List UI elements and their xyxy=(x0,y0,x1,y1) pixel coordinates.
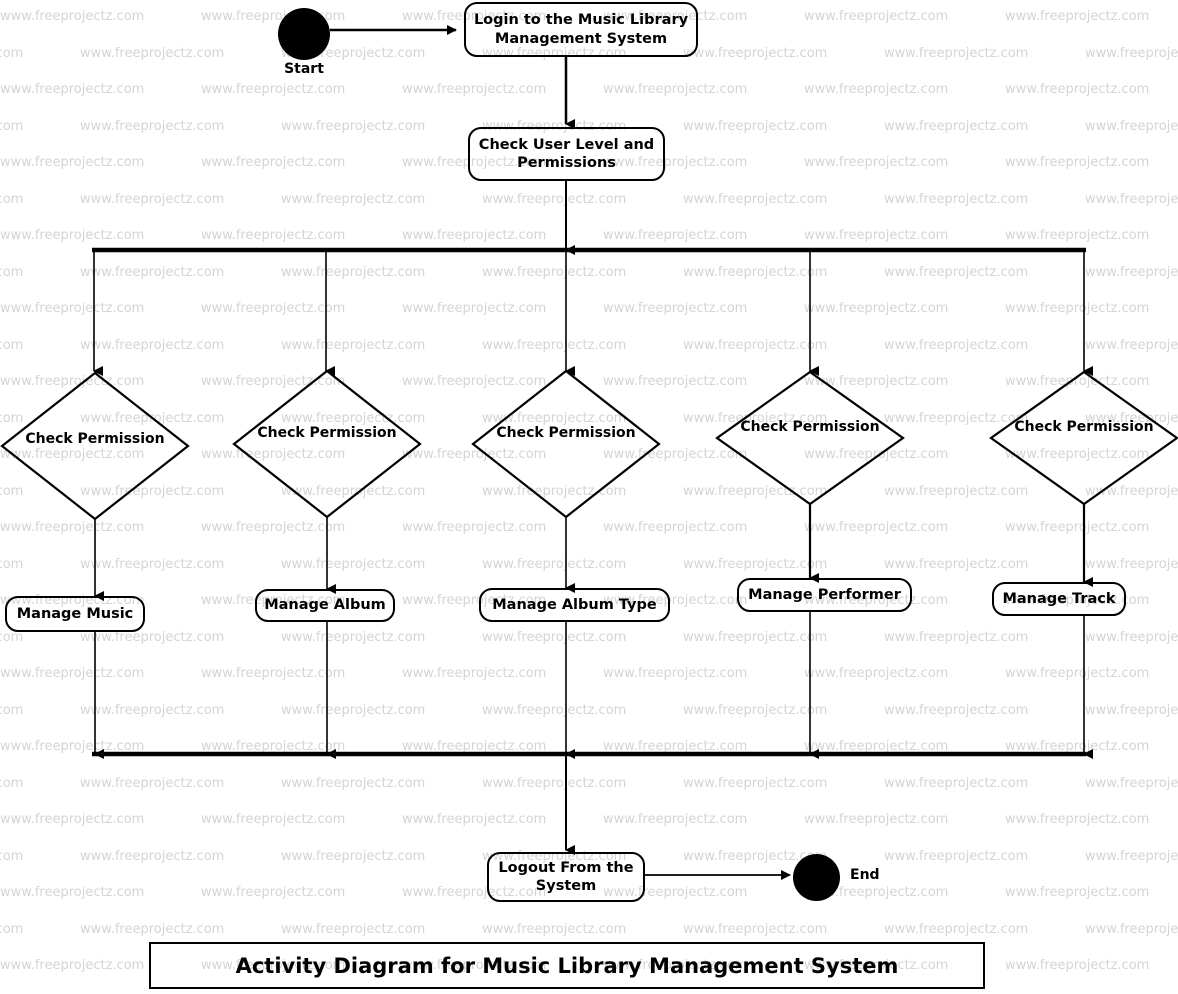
activity-diagram-canvas: www.freeprojectz.com www.freeprojectz.com… xyxy=(0,0,1178,994)
decision-label-5-text: Check Permission xyxy=(1014,419,1154,435)
activity-manage-album[interactable]: Manage Album xyxy=(255,589,395,622)
start-node[interactable] xyxy=(278,8,330,60)
decision-label-1: Check Permission xyxy=(20,431,170,448)
decision-label-1-text: Check Permission xyxy=(25,431,165,447)
decision-label-4-text: Check Permission xyxy=(740,419,880,435)
activity-manage-music-label: Manage Music xyxy=(16,605,134,622)
activity-manage-album-label: Manage Album xyxy=(264,597,386,614)
activity-manage-album-type-label: Manage Album Type xyxy=(492,596,657,613)
activity-logout-label: Logout From the System xyxy=(498,859,634,894)
activity-manage-track-label: Manage Track xyxy=(1002,590,1116,607)
activity-manage-performer[interactable]: Manage Performer xyxy=(737,578,912,612)
activity-check-user-level-label: Check User Level and Permissions xyxy=(478,136,655,171)
activity-logout[interactable]: Logout From the System xyxy=(487,852,645,902)
activity-login-label: Login to the Music Library Management Sy… xyxy=(473,12,689,47)
activity-manage-performer-label: Manage Performer xyxy=(748,586,901,603)
activity-manage-album-type[interactable]: Manage Album Type xyxy=(479,588,670,622)
decision-label-2: Check Permission xyxy=(252,425,402,442)
start-node-label: Start xyxy=(284,61,324,77)
activity-manage-music[interactable]: Manage Music xyxy=(5,596,145,632)
decision-label-3-text: Check Permission xyxy=(496,425,636,441)
activity-manage-track[interactable]: Manage Track xyxy=(992,582,1126,616)
end-node-label: End xyxy=(850,867,880,883)
decision-label-5: Check Permission xyxy=(1009,419,1159,436)
activity-login[interactable]: Login to the Music Library Management Sy… xyxy=(464,2,698,57)
activity-check-user-level[interactable]: Check User Level and Permissions xyxy=(468,127,665,181)
end-node[interactable] xyxy=(793,854,840,901)
decision-label-3: Check Permission xyxy=(491,425,641,442)
node-layer: Start Login to the Music Library Managem… xyxy=(0,0,1178,994)
diagram-title-bar: Activity Diagram for Music Library Manag… xyxy=(149,942,985,989)
page-title: Activity Diagram for Music Library Manag… xyxy=(235,953,899,978)
decision-label-4: Check Permission xyxy=(735,419,885,436)
decision-label-2-text: Check Permission xyxy=(257,425,397,441)
